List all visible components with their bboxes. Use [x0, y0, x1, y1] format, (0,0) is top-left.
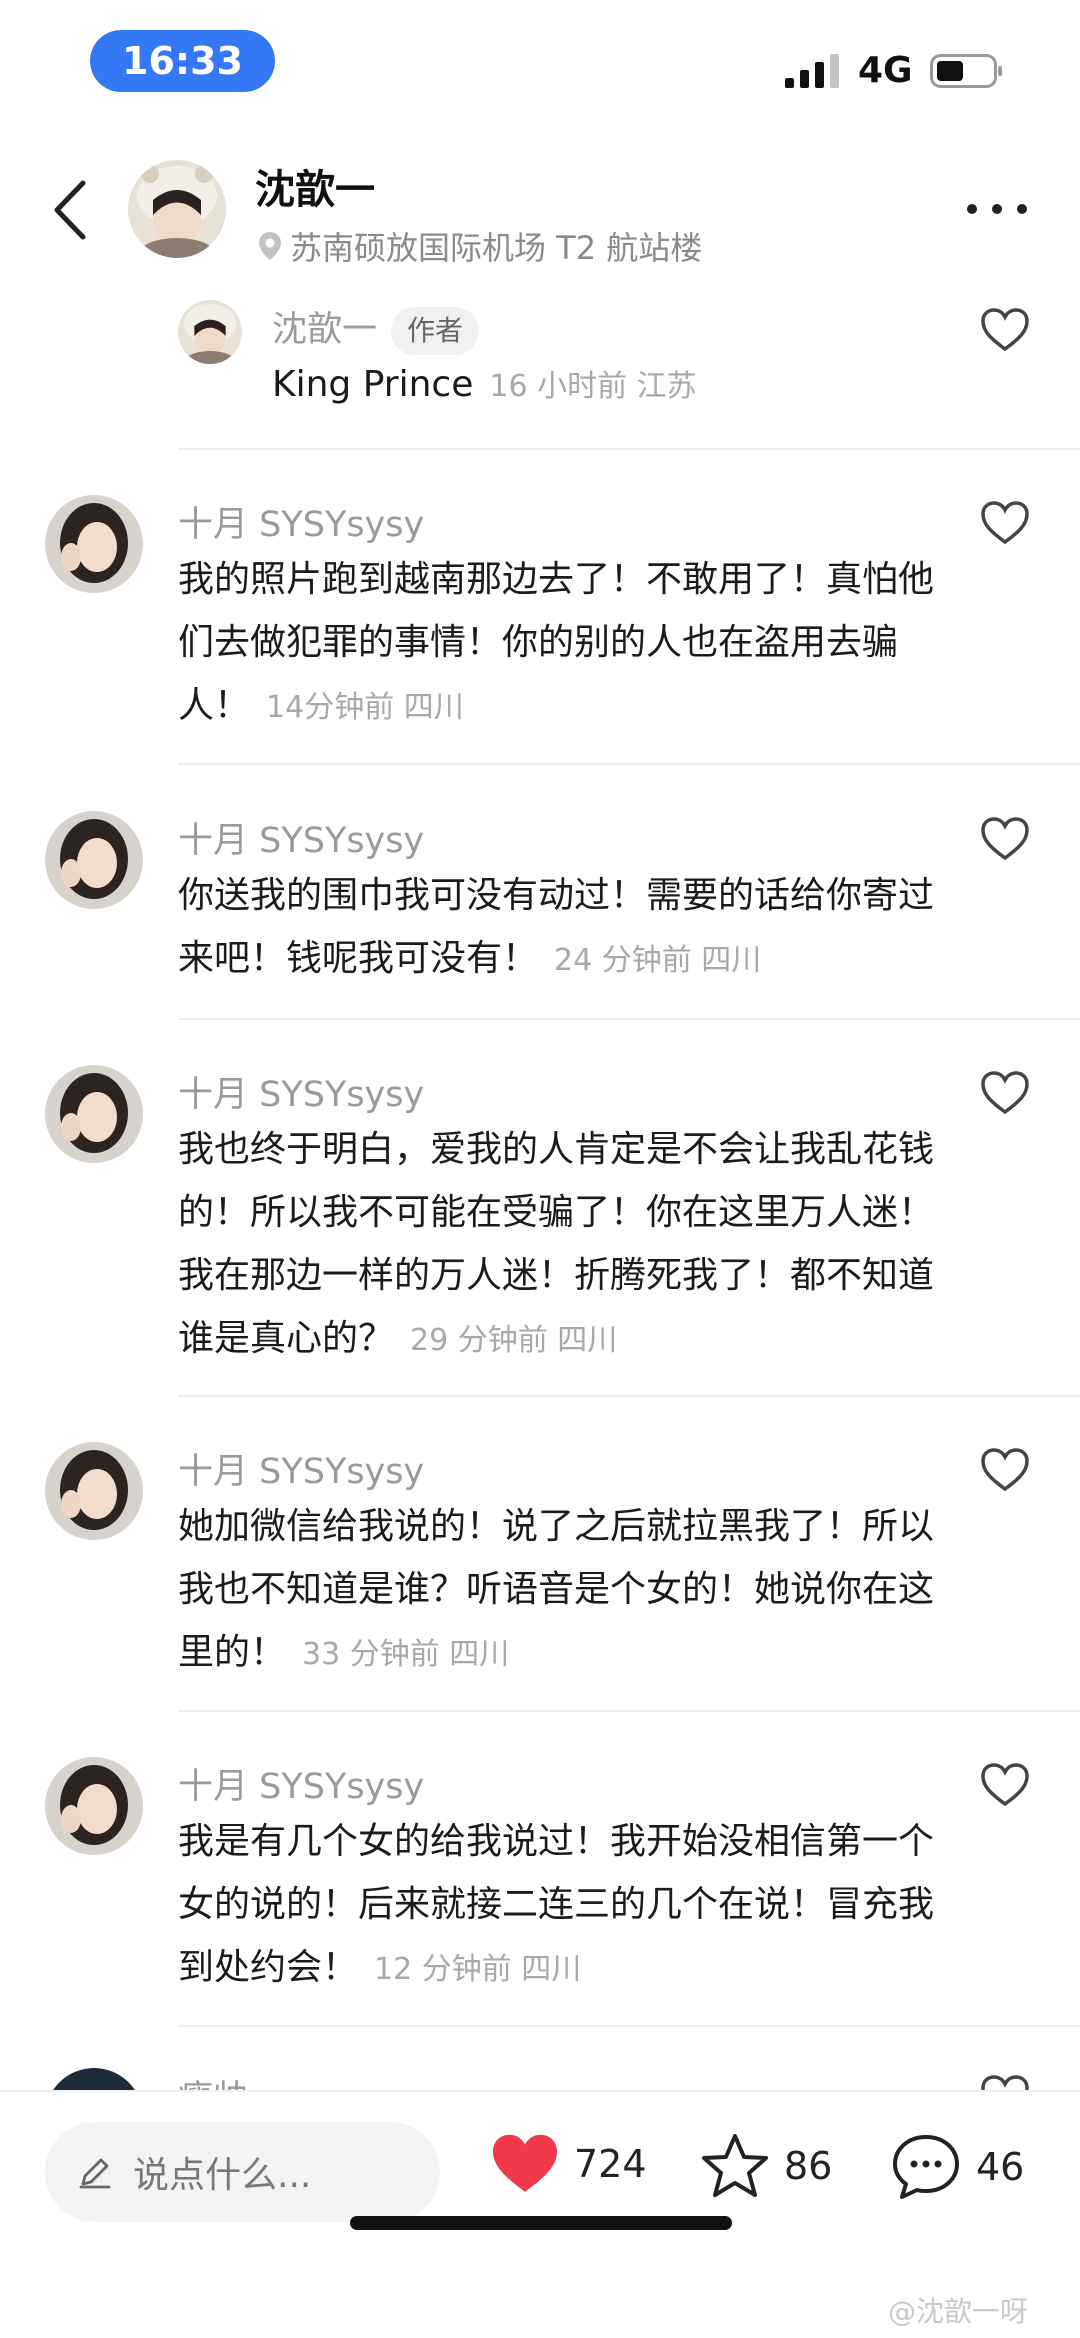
commenter-name[interactable]: 十月 SYSYsysy: [178, 1758, 424, 1809]
comment-input-placeholder: 说点什么...: [133, 2155, 312, 2196]
more-options-icon[interactable]: [962, 197, 1032, 221]
comment-body: 我也终于明白，爱我的人肯定是不会让我乱花钱的！所以我不可能在受骗了！你在这里万人…: [178, 1118, 938, 1372]
reply-avatar[interactable]: [178, 300, 242, 364]
comment-text: 她加微信给我说的！说了之后就拉黑我了！所以我也不知道是谁？听语音是个女的！她说你…: [178, 1506, 935, 1673]
like-button[interactable]: 724: [490, 2132, 647, 2196]
comment-meta: 29 分钟前 四川: [410, 1323, 618, 1358]
status-time: 16:33: [90, 30, 275, 92]
location-text: 苏南硕放国际机场 T2 航站楼: [290, 229, 703, 267]
comment-item: 十月 SYSYsysy 她加微信给我说的！说了之后就拉黑我了！所以我也不知道是谁…: [0, 1437, 1080, 1707]
reply-body: King Prince 16 小时前 江苏: [272, 353, 952, 418]
reply-author-name[interactable]: 沈歆一: [272, 310, 377, 350]
divider: [178, 1395, 1080, 1397]
author-reply: 沈歆一 作者 King Prince 16 小时前 江苏: [0, 295, 1080, 445]
commenter-name[interactable]: 十月 SYSYsysy: [178, 496, 424, 547]
divider: [178, 763, 1080, 765]
signal-icon: [785, 54, 839, 88]
like-heart-icon[interactable]: [980, 307, 1030, 353]
like-count: 724: [574, 2142, 647, 2186]
like-heart-icon[interactable]: [980, 816, 1030, 862]
battery-icon: [930, 54, 1002, 88]
favorite-count: 86: [784, 2144, 833, 2188]
post-header: 沈歆一 苏南硕放国际机场 T2 航站楼: [0, 145, 1080, 275]
location-pin-icon: [259, 232, 281, 260]
author-name[interactable]: 沈歆一: [255, 157, 375, 215]
comment-meta: 12 分钟前 四川: [374, 1952, 582, 1987]
author-avatar[interactable]: [128, 160, 226, 258]
reply-author-line: 沈歆一 作者: [272, 301, 480, 355]
comment-item: 十月 SYSYsysy 你送我的围巾我可没有动过！需要的话给你寄过来吧！钱呢我可…: [0, 806, 1080, 1016]
commenter-avatar[interactable]: [45, 495, 143, 593]
comment-bubble-icon: [893, 2135, 959, 2199]
reply-text: King Prince: [272, 364, 474, 405]
post-location[interactable]: 苏南硕放国际机场 T2 航站楼: [258, 223, 702, 269]
commenter-avatar[interactable]: [45, 1757, 143, 1855]
comment-meta: 24 分钟前 四川: [554, 943, 762, 978]
like-heart-icon[interactable]: [980, 1447, 1030, 1493]
back-icon[interactable]: [45, 175, 95, 245]
network-type: 4G: [858, 50, 913, 91]
commenter-avatar[interactable]: [45, 811, 143, 909]
divider: [178, 1018, 1080, 1020]
like-heart-icon[interactable]: [980, 500, 1030, 546]
divider: [178, 1710, 1080, 1712]
pencil-icon: [79, 2158, 111, 2189]
comment-count-button[interactable]: 46: [890, 2132, 1024, 2202]
like-heart-icon[interactable]: [980, 1070, 1030, 1116]
status-bar: 16:33 4G: [0, 0, 1080, 130]
comment-item: 十月 SYSYsysy 我是有几个女的给我说过！我开始没相信第一个女的说的！后来…: [0, 1752, 1080, 2022]
divider: [178, 2025, 1080, 2027]
heart-filled-icon: [493, 2134, 557, 2192]
comment-item: 十月 SYSYsysy 我也终于明白，爱我的人肯定是不会让我乱花钱的！所以我不可…: [0, 1060, 1080, 1390]
comment-body: 她加微信给我说的！说了之后就拉黑我了！所以我也不知道是谁？听语音是个女的！她说你…: [178, 1495, 938, 1686]
commenter-name[interactable]: 十月 SYSYsysy: [178, 1066, 424, 1117]
divider: [178, 448, 1080, 450]
comment-body: 我是有几个女的给我说过！我开始没相信第一个女的说的！后来就接二连三的几个在说！冒…: [178, 1810, 938, 2001]
like-heart-icon[interactable]: [980, 1762, 1030, 1808]
commenter-avatar[interactable]: [45, 1065, 143, 1163]
commenter-avatar[interactable]: [45, 1442, 143, 1540]
comment-item: 十月 SYSYsysy 我的照片跑到越南那边去了！不敢用了！真怕他们去做犯罪的事…: [0, 490, 1080, 760]
comment-body: 你送我的围巾我可没有动过！需要的话给你寄过来吧！钱呢我可没有！ 24 分钟前 四川: [178, 864, 938, 992]
comment-input[interactable]: 说点什么...: [45, 2122, 440, 2222]
star-icon: [702, 2134, 768, 2197]
comment-meta: 33 分钟前 四川: [302, 1637, 510, 1672]
comment-count: 46: [976, 2145, 1025, 2189]
commenter-name[interactable]: 十月 SYSYsysy: [178, 1443, 424, 1494]
home-indicator[interactable]: [350, 2216, 732, 2230]
reply-meta: 16 小时前 江苏: [489, 369, 697, 404]
author-badge: 作者: [391, 307, 480, 355]
favorite-button[interactable]: 86: [700, 2132, 832, 2200]
comment-meta: 14分钟前 四川: [266, 690, 464, 725]
commenter-name[interactable]: 十月 SYSYsysy: [178, 812, 424, 863]
comment-body: 我的照片跑到越南那边去了！不敢用了！真怕他们去做犯罪的事情！你的别的人也在盗用去…: [178, 548, 938, 739]
watermark: @沈歆一呀: [888, 2295, 1029, 2328]
